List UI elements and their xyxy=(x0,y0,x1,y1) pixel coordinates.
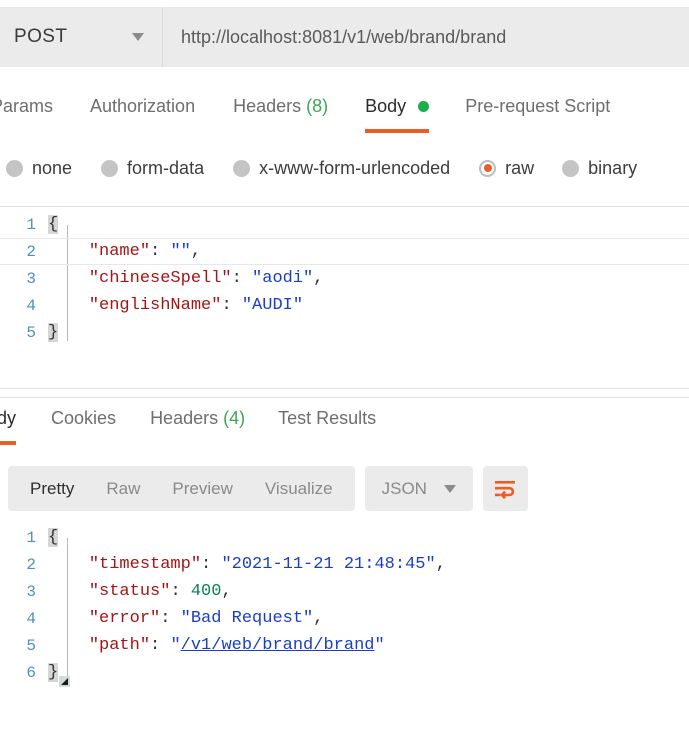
code-content: "name": "", xyxy=(88,242,202,261)
line-number: 4 xyxy=(26,296,36,315)
radio-label-binary: binary xyxy=(588,157,638,178)
code-line: 1 { xyxy=(0,211,689,238)
line-number: 5 xyxy=(26,323,36,342)
response-tab-headers-label: Headers xyxy=(150,408,219,428)
tab-params[interactable]: Params xyxy=(0,92,53,133)
line-number: 3 xyxy=(26,269,36,288)
tab-params-label: Params xyxy=(0,96,54,116)
response-tab-body-label: ody xyxy=(0,408,17,428)
code-line: 3 "status": 400, xyxy=(0,578,689,605)
code-content: } xyxy=(48,663,59,682)
request-body-editor[interactable]: 1 { 2 "name": "", 3 "chineseSpell": "aod… xyxy=(0,211,689,346)
tab-authorization-label: Authorization xyxy=(90,96,196,116)
request-tabs: Params Authorization Headers (8) Body Pr… xyxy=(0,92,689,137)
line-number: 1 xyxy=(26,528,36,547)
code-content: "error": "Bad Request", xyxy=(88,609,324,628)
line-number: 2 xyxy=(26,555,36,574)
request-url-bar: POST http://localhost:8081/v1/web/brand/… xyxy=(0,7,689,67)
radio-icon-none xyxy=(6,159,23,177)
view-mode-pretty[interactable]: Pretty xyxy=(14,479,90,499)
unsaved-green-dot-icon xyxy=(418,100,430,112)
code-line: 5 "path": "/v1/web/brand/brand" xyxy=(0,632,689,659)
response-format-label: JSON xyxy=(381,478,427,498)
line-number: 4 xyxy=(26,609,36,628)
radio-option-x-www-form-urlencoded[interactable]: x-www-form-urlencoded xyxy=(233,158,450,179)
line-number: 1 xyxy=(26,215,36,234)
code-line: 4 "error": "Bad Request", xyxy=(0,605,689,632)
radio-option-none[interactable]: none xyxy=(6,158,72,179)
request-url-input[interactable]: http://localhost:8081/v1/web/brand/brand xyxy=(163,7,689,67)
view-mode-group: Pretty Raw Preview Visualize xyxy=(8,466,355,511)
response-body-editor[interactable]: 1 { 2 "timestamp": "2021-11-21 21:48:45"… xyxy=(0,524,689,686)
code-line: 4 "englishName": "AUDI" xyxy=(0,292,689,319)
tab-headers[interactable]: Headers (8) xyxy=(233,92,328,133)
editor-resize-handle[interactable] xyxy=(59,676,70,687)
response-format-dropdown[interactable]: JSON xyxy=(364,466,473,511)
code-content: "englishName": "AUDI" xyxy=(88,296,304,315)
chevron-down-icon xyxy=(443,484,456,493)
response-tabs: ody Cookies Headers (4) Test Results xyxy=(0,404,689,449)
active-tab-underline xyxy=(0,441,17,445)
code-content: { xyxy=(48,215,59,234)
radio-option-form-data[interactable]: form-data xyxy=(101,158,204,179)
code-line: 1 { xyxy=(0,524,689,551)
body-type-radio-group: none form-data x-www-form-urlencoded raw… xyxy=(0,148,689,188)
line-number: 5 xyxy=(26,636,36,655)
radio-icon-raw xyxy=(479,159,497,177)
code-line: 2 "name": "", xyxy=(0,238,689,265)
radio-icon-binary xyxy=(562,159,580,177)
radio-label-x-www-form-urlencoded: x-www-form-urlencoded xyxy=(259,157,451,178)
response-path-link[interactable]: /v1/web/brand/brand xyxy=(181,636,375,655)
view-mode-visualize[interactable]: Visualize xyxy=(249,479,349,499)
code-content: "path": "/v1/web/brand/brand" xyxy=(88,636,385,655)
request-url-text: http://localhost:8081/v1/web/brand/brand xyxy=(181,26,507,47)
line-number: 3 xyxy=(26,582,36,601)
response-view-toolbar: Pretty Raw Preview Visualize JSON xyxy=(8,466,528,511)
code-line: 2 "timestamp": "2021-11-21 21:48:45", xyxy=(0,551,689,578)
response-tab-cookies-label: Cookies xyxy=(51,408,117,428)
code-line: 6 } xyxy=(0,659,689,686)
word-wrap-icon xyxy=(495,480,516,499)
code-line: 3 "chineseSpell": "aodi", xyxy=(0,265,689,292)
radio-label-none: none xyxy=(32,157,73,178)
tab-authorization[interactable]: Authorization xyxy=(90,92,195,133)
tab-headers-count: (8) xyxy=(306,96,329,116)
response-tab-body[interactable]: ody xyxy=(0,404,17,445)
request-response-divider-top xyxy=(0,388,689,389)
tab-headers-label: Headers xyxy=(233,96,302,116)
tab-body[interactable]: Body xyxy=(365,92,430,133)
active-tab-underline xyxy=(365,129,430,133)
radio-label-raw: raw xyxy=(505,157,535,178)
line-number: 6 xyxy=(26,663,36,682)
word-wrap-button[interactable] xyxy=(482,466,528,511)
radio-label-form-data: form-data xyxy=(127,157,205,178)
response-tab-test-results[interactable]: Test Results xyxy=(278,404,376,445)
radio-icon-x-www-form-urlencoded xyxy=(233,159,251,177)
line-number: 2 xyxy=(26,242,36,261)
request-editor-top-divider xyxy=(0,206,689,207)
code-content: "chineseSpell": "aodi", xyxy=(88,269,324,288)
tab-pre-request-script[interactable]: Pre-request Script xyxy=(465,92,610,133)
view-mode-preview[interactable]: Preview xyxy=(156,479,248,499)
code-content: "timestamp": "2021-11-21 21:48:45", xyxy=(88,555,446,574)
chevron-down-icon xyxy=(132,33,144,41)
tab-pre-request-script-label: Pre-request Script xyxy=(465,96,611,116)
http-method-dropdown[interactable]: POST xyxy=(0,7,163,67)
response-tab-test-results-label: Test Results xyxy=(278,408,377,428)
code-content: "status": 400, xyxy=(88,582,232,601)
request-response-divider-bottom xyxy=(0,397,689,398)
http-method-label: POST xyxy=(14,26,68,47)
response-tab-cookies[interactable]: Cookies xyxy=(51,404,116,445)
response-tab-headers-count: (4) xyxy=(223,408,246,428)
radio-icon-form-data xyxy=(101,159,119,177)
radio-option-raw[interactable]: raw xyxy=(479,158,534,179)
response-tab-headers[interactable]: Headers (4) xyxy=(150,404,245,445)
code-line: 5 } xyxy=(0,319,689,346)
code-content: } xyxy=(48,323,59,342)
radio-option-binary[interactable]: binary xyxy=(562,158,637,179)
code-content: { xyxy=(48,528,59,547)
tab-body-label: Body xyxy=(365,96,407,116)
view-mode-raw[interactable]: Raw xyxy=(90,479,156,499)
